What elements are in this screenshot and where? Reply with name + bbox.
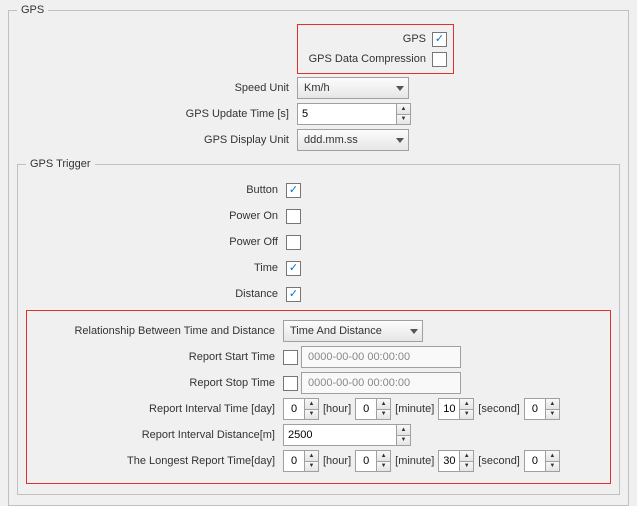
interval-minute-spinner[interactable]: ▲▼ — [438, 398, 474, 420]
gps-compression-label: GPS Data Compression — [304, 53, 432, 65]
trigger-time-label: Time — [26, 262, 286, 274]
gps-trigger-legend: GPS Trigger — [26, 158, 95, 170]
longest-hour-spinner[interactable]: ▲▼ — [355, 450, 391, 472]
report-panel: Relationship Between Time and Distance T… — [26, 310, 611, 484]
spinner-buttons[interactable]: ▲▼ — [396, 104, 410, 124]
interval-day-spinner[interactable]: ▲▼ — [283, 398, 319, 420]
interval-time-label: Report Interval Time [day] — [33, 403, 283, 415]
gps-trigger-group: GPS Trigger Button ✓ Power On Power Off … — [17, 158, 620, 495]
speed-unit-select[interactable]: Km/h — [297, 77, 409, 99]
chevron-down-icon — [410, 329, 418, 334]
longest-second-spinner[interactable]: ▲▼ — [524, 450, 560, 472]
stop-time-label: Report Stop Time — [33, 377, 283, 389]
trigger-button-label: Button — [26, 184, 286, 196]
gps-enable-box: GPS ✓ GPS Data Compression — [297, 24, 454, 74]
interval-dist-label: Report Interval Distance[m] — [33, 429, 283, 441]
speed-unit-label: Speed Unit — [17, 82, 297, 94]
gps-legend: GPS — [17, 4, 48, 16]
longest-time-label: The Longest Report Time[day] — [33, 455, 283, 467]
gps-update-time-spinner[interactable]: ▲▼ — [297, 103, 411, 125]
stop-time-input[interactable] — [301, 372, 461, 394]
interval-hour-spinner[interactable]: ▲▼ — [355, 398, 391, 420]
trigger-poweroff-checkbox[interactable] — [286, 235, 301, 250]
stop-time-checkbox[interactable] — [283, 376, 298, 391]
interval-dist-input[interactable] — [284, 425, 396, 445]
start-time-label: Report Start Time — [33, 351, 283, 363]
trigger-distance-checkbox[interactable]: ✓ — [286, 287, 301, 302]
gps-label: GPS — [304, 33, 432, 45]
trigger-poweron-checkbox[interactable] — [286, 209, 301, 224]
interval-dist-spinner[interactable]: ▲▼ — [283, 424, 411, 446]
gps-group: GPS GPS ✓ GPS Data Compression Speed Uni… — [8, 4, 629, 506]
rel-label: Relationship Between Time and Distance — [33, 325, 283, 337]
chevron-down-icon — [396, 138, 404, 143]
trigger-button-checkbox[interactable]: ✓ — [286, 183, 301, 198]
trigger-poweron-label: Power On — [26, 210, 286, 222]
rel-select[interactable]: Time And Distance — [283, 320, 423, 342]
chevron-down-icon — [396, 86, 404, 91]
gps-compression-checkbox[interactable] — [432, 52, 447, 67]
gps-update-time-input[interactable] — [298, 104, 396, 124]
gps-display-unit-label: GPS Display Unit — [17, 134, 297, 146]
longest-day-spinner[interactable]: ▲▼ — [283, 450, 319, 472]
start-time-checkbox[interactable] — [283, 350, 298, 365]
trigger-distance-label: Distance — [26, 288, 286, 300]
start-time-input[interactable] — [301, 346, 461, 368]
trigger-time-checkbox[interactable]: ✓ — [286, 261, 301, 276]
longest-minute-spinner[interactable]: ▲▼ — [438, 450, 474, 472]
gps-checkbox[interactable]: ✓ — [432, 32, 447, 47]
interval-second-spinner[interactable]: ▲▼ — [524, 398, 560, 420]
gps-display-unit-select[interactable]: ddd.mm.ss — [297, 129, 409, 151]
gps-update-time-label: GPS Update Time [s] — [17, 108, 297, 120]
trigger-poweroff-label: Power Off — [26, 236, 286, 248]
